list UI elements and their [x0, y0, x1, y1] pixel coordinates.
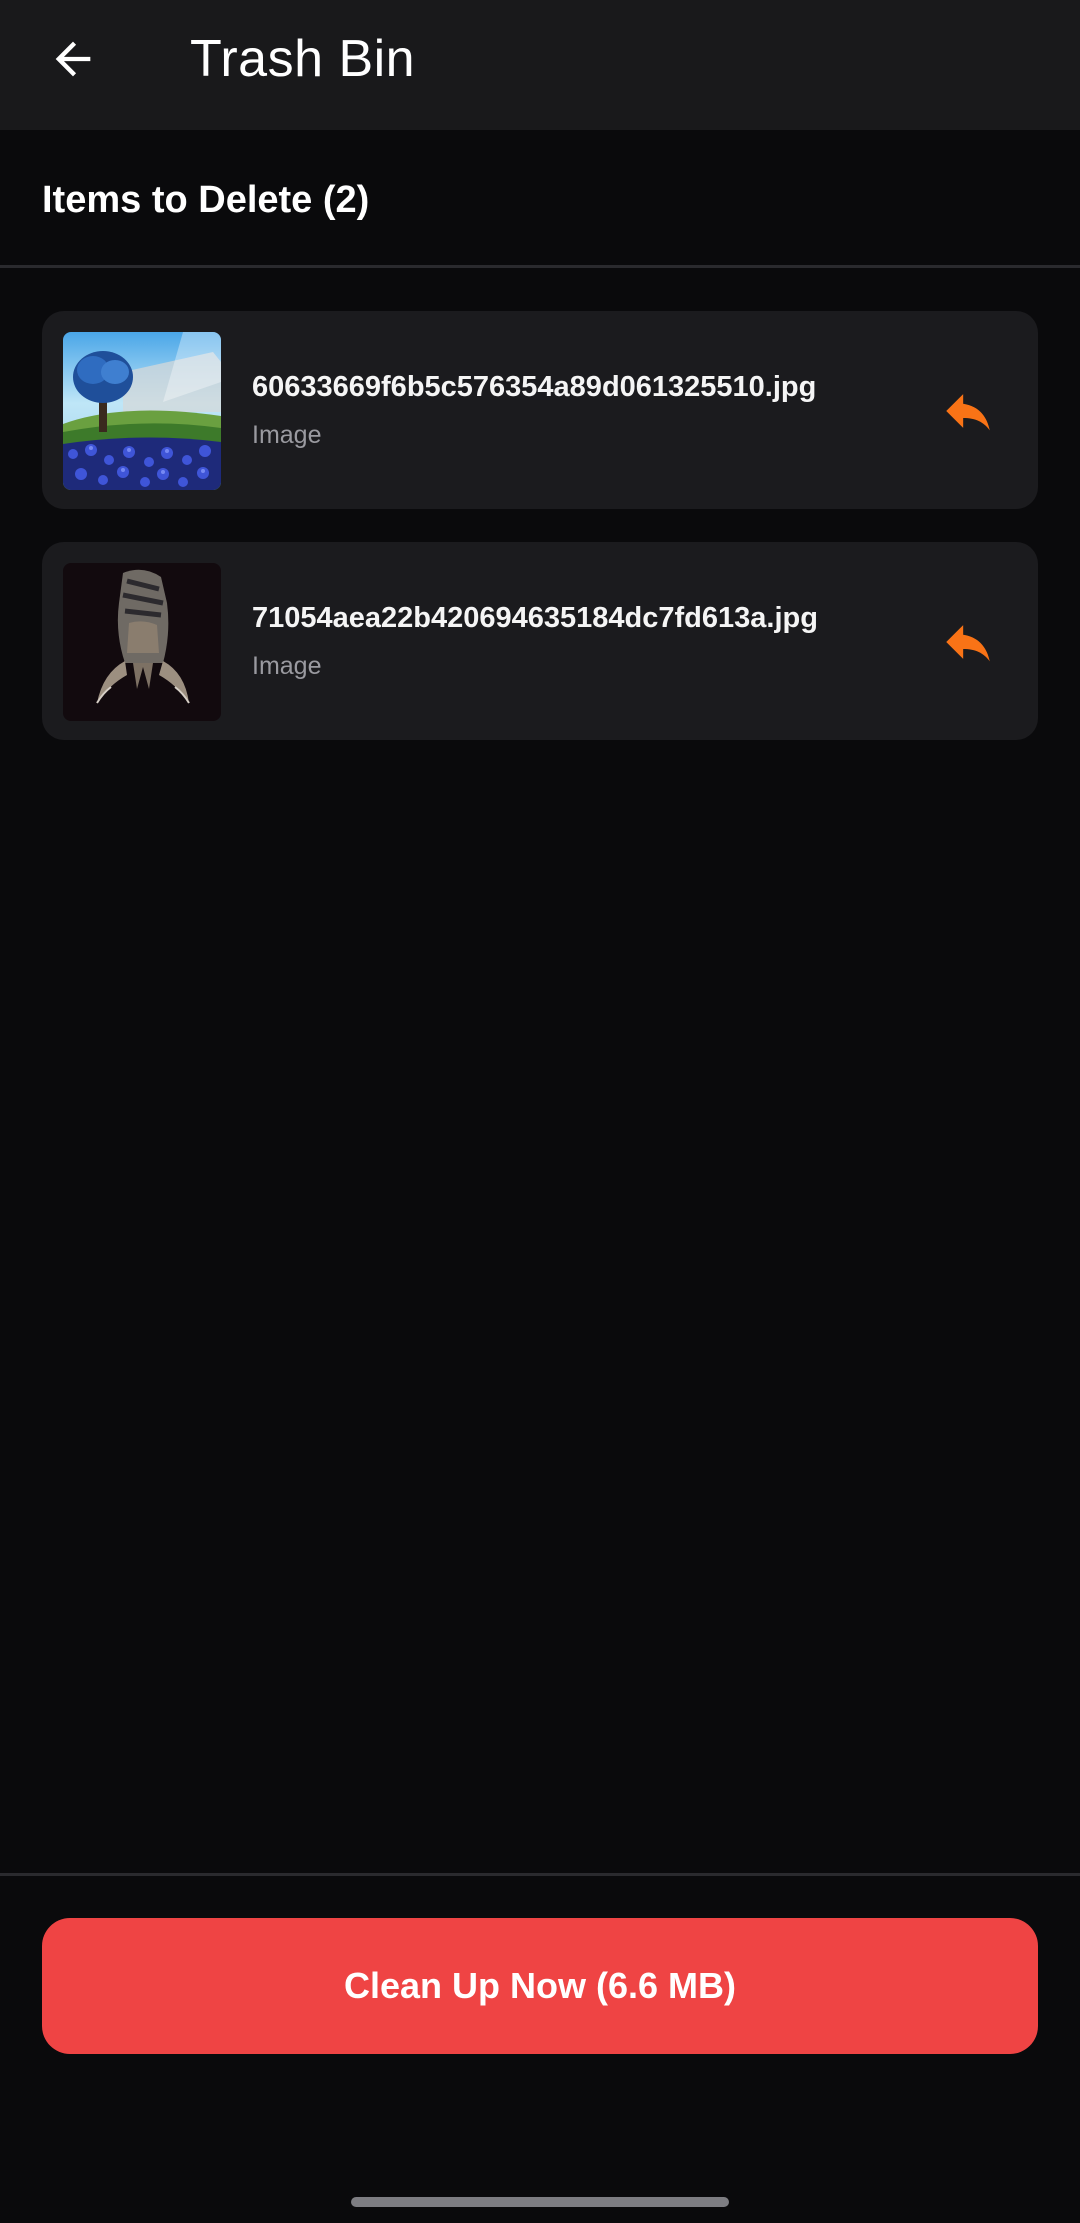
arrow-left-icon — [55, 41, 91, 77]
image-thumbnail[interactable] — [63, 332, 221, 490]
app-bar: Trash Bin — [0, 0, 1080, 130]
items-to-delete-header: Items to Delete (2) — [42, 179, 370, 221]
restore-button[interactable] — [928, 371, 1008, 451]
reply-arrow-icon — [946, 394, 990, 431]
list-item[interactable]: 71054aea22b420694635184dc7fd613a.jpg Ima… — [42, 542, 1038, 740]
trash-items-list: 60633669f6b5c576354a89d061325510.jpg Ima… — [42, 311, 1038, 773]
file-type-label: Image — [252, 421, 322, 449]
file-type-label: Image — [252, 652, 322, 680]
footer-divider — [0, 1873, 1080, 1876]
file-name: 71054aea22b420694635184dc7fd613a.jpg — [252, 602, 818, 634]
image-thumbnail[interactable] — [63, 563, 221, 721]
page-title: Trash Bin — [190, 30, 416, 88]
back-button[interactable] — [30, 16, 116, 102]
reply-arrow-icon — [946, 625, 990, 662]
home-indicator[interactable] — [351, 2197, 729, 2207]
trash-bin-screen: Trash Bin Items to Delete (2) 60633669f6… — [0, 0, 1080, 2223]
file-name: 60633669f6b5c576354a89d061325510.jpg — [252, 371, 817, 403]
clean-up-now-button[interactable]: Clean Up Now (6.6 MB) — [42, 1918, 1038, 2054]
restore-button[interactable] — [928, 602, 1008, 682]
header-divider — [0, 265, 1080, 268]
list-item[interactable]: 60633669f6b5c576354a89d061325510.jpg Ima… — [42, 311, 1038, 509]
